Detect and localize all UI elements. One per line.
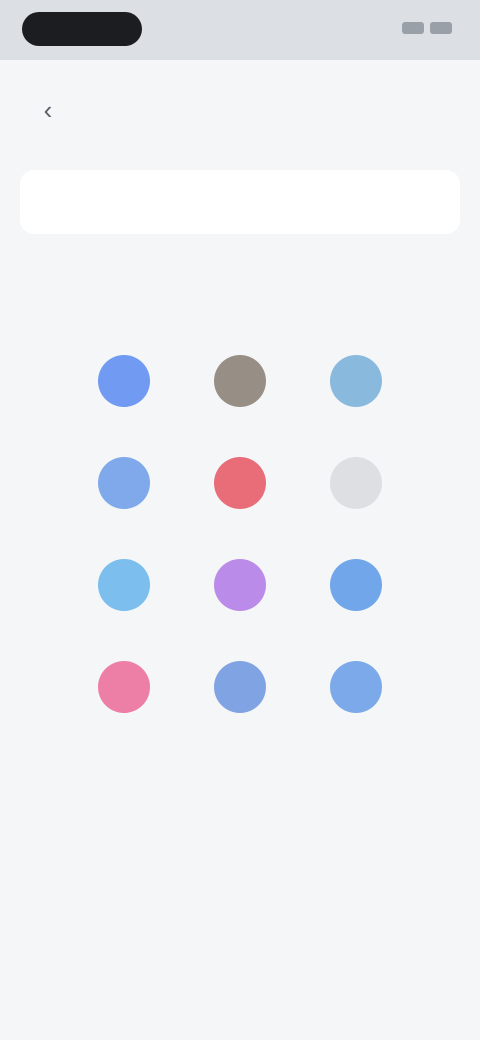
status-bar xyxy=(0,0,480,60)
app-item[interactable] xyxy=(66,661,182,763)
app-icon xyxy=(98,355,150,407)
app-item[interactable] xyxy=(298,457,414,559)
app-icon xyxy=(214,457,266,509)
app-item[interactable] xyxy=(66,559,182,661)
app-item[interactable] xyxy=(66,457,182,559)
app-icon xyxy=(98,457,150,509)
app-icon xyxy=(214,559,266,611)
app-icon xyxy=(214,355,266,407)
app-icon xyxy=(330,661,382,713)
search-input[interactable] xyxy=(20,170,460,234)
app-item[interactable] xyxy=(182,559,298,661)
back-button[interactable]: ‹ xyxy=(26,88,70,132)
chevron-left-icon: ‹ xyxy=(43,94,53,125)
app-item[interactable] xyxy=(66,355,182,457)
status-time-pill xyxy=(22,12,142,46)
app-icon xyxy=(330,355,382,407)
app-item[interactable] xyxy=(298,661,414,763)
nav-bar: ‹ xyxy=(0,60,480,160)
battery-icon xyxy=(430,22,452,34)
app-icon xyxy=(214,661,266,713)
app-item[interactable] xyxy=(182,457,298,559)
app-item[interactable] xyxy=(298,355,414,457)
app-icon xyxy=(330,457,382,509)
app-item[interactable] xyxy=(182,661,298,763)
signal-icon xyxy=(402,22,424,34)
app-icon xyxy=(330,559,382,611)
app-icon xyxy=(98,559,150,611)
app-grid xyxy=(66,355,414,763)
app-item[interactable] xyxy=(298,559,414,661)
app-icon xyxy=(98,661,150,713)
status-indicators xyxy=(402,22,452,34)
app-item[interactable] xyxy=(182,355,298,457)
